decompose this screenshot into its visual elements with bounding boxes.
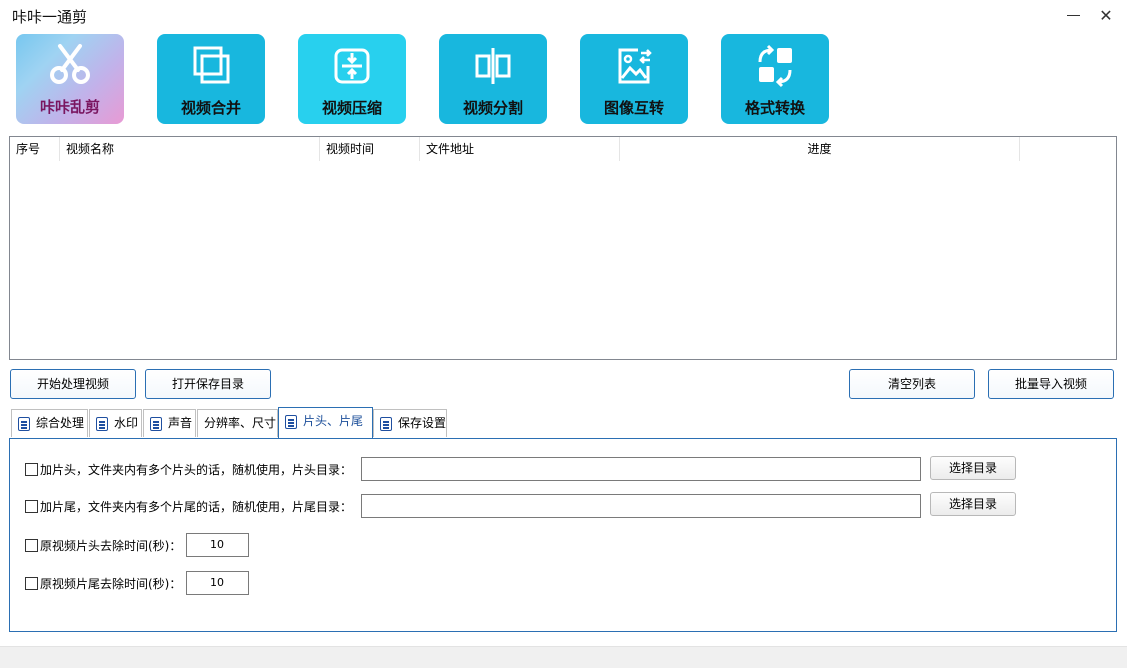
column-header-duration[interactable]: 视频时间 — [320, 137, 420, 161]
column-header-progress[interactable]: 进度 — [620, 137, 1020, 161]
close-icon: ✕ — [1099, 5, 1113, 25]
tab-resolution[interactable]: 分辨率、尺寸 — [197, 409, 278, 437]
start-processing-button[interactable]: 开始处理视频 — [10, 369, 136, 399]
intro-option: 加片头，文件夹内有多个片头的话，随机使用，片头目录： — [25, 461, 352, 478]
column-header-path[interactable]: 文件地址 — [420, 137, 620, 161]
video-list[interactable]: 序号 视频名称 视频时间 文件地址 进度 — [9, 136, 1117, 360]
outro-checkbox[interactable] — [25, 500, 38, 513]
trim-head-input[interactable]: 10 — [186, 533, 249, 557]
intro-dir-input[interactable] — [361, 457, 921, 481]
open-save-dir-button[interactable]: 打开保存目录 — [145, 369, 271, 399]
tab-save-settings[interactable]: 保存设置 — [373, 409, 447, 437]
intro-checkbox[interactable] — [25, 463, 38, 476]
logo-label: 咔咔乱剪 — [39, 98, 100, 116]
merge-icon — [193, 46, 230, 84]
trim-tail-checkbox[interactable] — [25, 577, 38, 590]
image-convert-tile[interactable]: 图像互转 — [580, 34, 688, 124]
intro-label: 加片头，文件夹内有多个片头的话，随机使用，片头目录： — [40, 463, 353, 477]
close-button[interactable]: ✕ — [1093, 4, 1119, 26]
tab-watermark[interactable]: 水印 — [89, 409, 142, 437]
video-merge-label: 视频合并 — [180, 99, 241, 117]
window-title: 咔咔一通剪 — [12, 8, 88, 26]
document-icon — [285, 415, 297, 429]
tab-audio[interactable]: 声音 — [143, 409, 196, 437]
trim-tail-label: 原视频片尾去除时间(秒)： — [40, 577, 182, 591]
outro-label: 加片尾，文件夹内有多个片尾的话，随机使用，片尾目录： — [40, 500, 353, 514]
document-icon — [150, 417, 162, 431]
tab-intro-outro-label: 片头、片尾 — [303, 414, 364, 428]
trim-head-checkbox[interactable] — [25, 539, 38, 552]
video-merge-tile[interactable]: 视频合并 — [157, 34, 265, 124]
tab-audio-label: 声音 — [168, 416, 193, 430]
document-icon — [380, 417, 392, 431]
format-convert-label: 格式转换 — [744, 99, 805, 117]
column-header-name[interactable]: 视频名称 — [60, 137, 320, 161]
image-convert-icon — [618, 48, 652, 84]
minimize-button[interactable] — [1060, 4, 1086, 26]
video-split-label: 视频分割 — [462, 99, 523, 117]
video-split-tile[interactable]: 视频分割 — [439, 34, 547, 124]
trim-head-option: 原视频片头去除时间(秒)： — [25, 537, 181, 554]
outro-option: 加片尾，文件夹内有多个片尾的话，随机使用，片尾目录： — [25, 498, 352, 515]
image-convert-label: 图像互转 — [603, 99, 664, 117]
outro-dir-input[interactable] — [361, 494, 921, 518]
tab-general-label: 综合处理 — [36, 416, 85, 430]
intro-select-dir-button[interactable]: 选择目录 — [930, 456, 1016, 480]
video-compress-label: 视频压缩 — [321, 99, 382, 117]
outro-select-dir-button[interactable]: 选择目录 — [930, 492, 1016, 516]
video-compress-tile[interactable]: 视频压缩 — [298, 34, 406, 124]
trim-head-label: 原视频片头去除时间(秒)： — [40, 539, 182, 553]
tab-intro-outro[interactable]: 片头、片尾 — [278, 407, 373, 438]
format-convert-icon — [758, 44, 792, 88]
status-bar — [0, 646, 1127, 668]
minimize-icon — [1066, 14, 1080, 16]
clear-list-button[interactable]: 清空列表 — [849, 369, 975, 399]
trim-tail-option: 原视频片尾去除时间(秒)： — [25, 575, 181, 592]
column-header-index[interactable]: 序号 — [10, 137, 60, 161]
app-window: 咔咔一通剪 ✕ 咔咔乱剪 视频合并 视频压缩 视频分割 图像互转 格式转换 序号… — [0, 0, 1127, 668]
tab-resolution-label: 分辨率、尺寸 — [204, 416, 277, 430]
app-logo-tile[interactable]: 咔咔乱剪 — [16, 34, 124, 124]
tab-watermark-label: 水印 — [114, 416, 139, 430]
trim-tail-input[interactable]: 10 — [186, 571, 249, 595]
title-bar: 咔咔一通剪 ✕ — [0, 0, 1127, 30]
tab-save-settings-label: 保存设置 — [398, 416, 447, 430]
list-header: 序号 视频名称 视频时间 文件地址 进度 — [10, 137, 1116, 161]
tab-general[interactable]: 综合处理 — [11, 409, 88, 437]
intro-outro-panel: 加片头，文件夹内有多个片头的话，随机使用，片头目录： 选择目录 加片尾，文件夹内… — [9, 438, 1117, 632]
split-icon — [475, 48, 511, 84]
document-icon — [96, 417, 108, 431]
document-icon — [18, 417, 30, 431]
compress-icon — [334, 48, 370, 84]
batch-import-button[interactable]: 批量导入视频 — [988, 369, 1114, 399]
format-convert-tile[interactable]: 格式转换 — [721, 34, 829, 124]
scissors-icon — [50, 44, 90, 84]
